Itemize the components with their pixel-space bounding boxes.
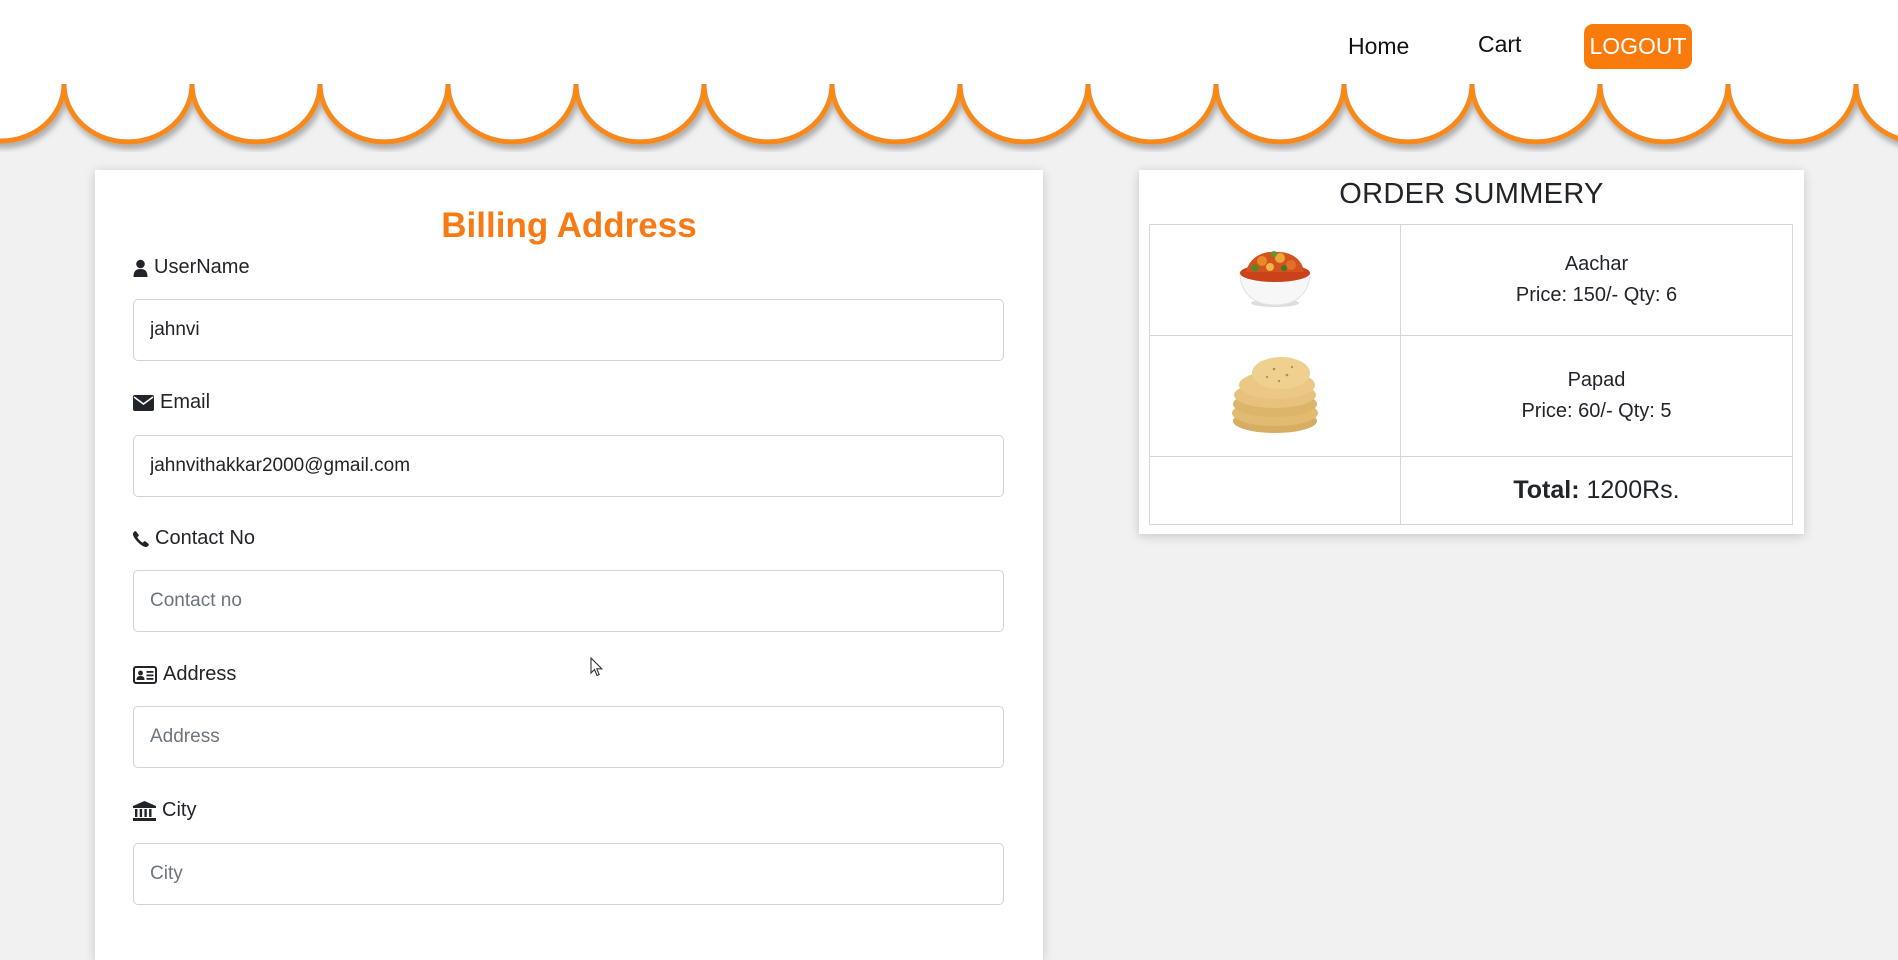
order-total: Total: 1200Rs.: [1400, 456, 1793, 525]
order-summary-table: Aachar Price: 150/- Qty: 6 Papad Price: …: [1149, 224, 1793, 525]
scallop-border: [0, 82, 1898, 145]
contact-input[interactable]: [133, 570, 1004, 632]
user-icon: [133, 259, 148, 277]
item-name: Aachar: [1564, 253, 1629, 275]
bank-icon: [133, 800, 156, 821]
billing-title: Billing Address: [441, 206, 697, 245]
top-navbar: Home Cart LOGOUT: [0, 0, 1898, 84]
email-input[interactable]: [133, 435, 1004, 497]
mouse-cursor-icon: [590, 657, 604, 677]
aachar-bowl-image: [1239, 250, 1311, 307]
order-total-row: Total: 1200Rs.: [1149, 456, 1793, 525]
item-price-qty: Price: 150/- Qty: 6: [1515, 284, 1678, 306]
total-value: 1200Rs.: [1586, 476, 1680, 504]
phone-icon: [133, 530, 149, 547]
address-label: Address: [133, 663, 236, 686]
order-summary-card: ORDER SUMMERY Aachar Price: 150/- Qty: 6…: [1139, 170, 1804, 534]
email-label: Email: [133, 391, 210, 414]
billing-address-card: Billing Address UserName Email Contact N…: [95, 170, 1043, 960]
order-summary-title: ORDER SUMMERY: [1339, 178, 1604, 210]
order-item-row: Papad Price: 60/- Qty: 5: [1149, 335, 1793, 457]
city-input[interactable]: [133, 843, 1004, 905]
order-item-row: Aachar Price: 150/- Qty: 6: [1149, 224, 1793, 336]
item-name: Papad: [1567, 369, 1626, 391]
address-input[interactable]: [133, 706, 1004, 768]
city-label: City: [133, 799, 196, 822]
username-input[interactable]: [133, 299, 1004, 361]
nav-cart-link[interactable]: Cart: [1478, 31, 1521, 58]
total-label: Total:: [1513, 476, 1580, 504]
papad-stack-image: [1232, 356, 1318, 433]
envelope-icon: [133, 394, 154, 411]
item-price-qty: Price: 60/- Qty: 5: [1521, 400, 1672, 422]
username-label: UserName: [133, 256, 250, 279]
logout-button[interactable]: LOGOUT: [1584, 24, 1692, 69]
nav-home-link[interactable]: Home: [1348, 33, 1409, 60]
contact-label: Contact No: [133, 527, 255, 550]
address-card-icon: [133, 665, 157, 684]
